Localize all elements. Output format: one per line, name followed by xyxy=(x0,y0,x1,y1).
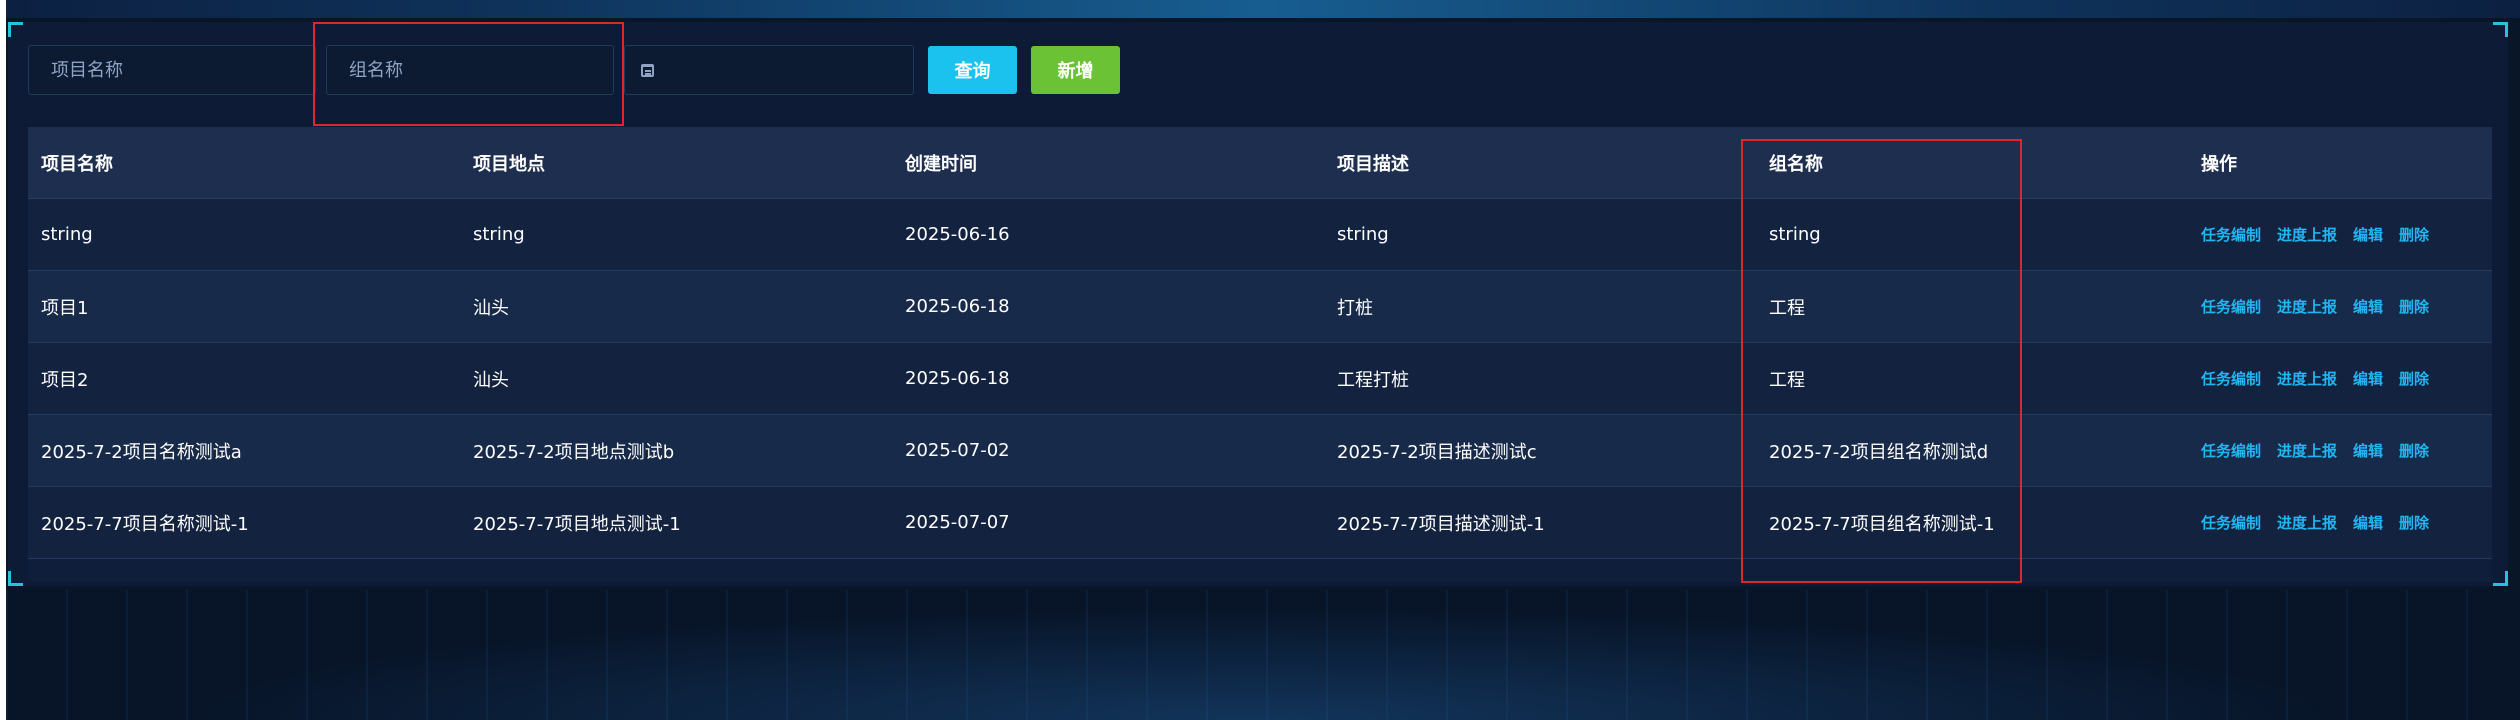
project-name-filter[interactable] xyxy=(28,45,316,95)
cell-description: 打桩 xyxy=(1337,297,1373,319)
row-actions: 任务编制 进度上报 编辑 删除 xyxy=(2188,368,2492,389)
edit-link[interactable]: 编辑 xyxy=(2353,224,2383,245)
progress-report-link[interactable]: 进度上报 xyxy=(2277,440,2337,461)
header-actions: 操作 xyxy=(2201,153,2237,175)
cell-location: 2025-7-2项目地点测试b xyxy=(473,441,675,463)
edit-link[interactable]: 编辑 xyxy=(2353,512,2383,533)
cell-location: string xyxy=(473,224,525,245)
query-button[interactable]: 查询 xyxy=(928,46,1017,94)
cell-location: 2025-7-7项目地点测试-1 xyxy=(473,513,681,535)
header-location: 项目地点 xyxy=(473,153,545,175)
table-header: 项目名称 项目地点 创建时间 项目描述 组名称 操作 xyxy=(28,127,2492,199)
cell-location: 汕头 xyxy=(473,297,509,319)
highlight-box-group-column xyxy=(1741,139,2022,583)
table-row: string string 2025-06-16 string string 任… xyxy=(28,199,2492,271)
calendar-icon xyxy=(641,63,654,77)
edit-link[interactable]: 编辑 xyxy=(2353,296,2383,317)
corner-bracket-top-left xyxy=(8,22,23,37)
cell-description: 工程打桩 xyxy=(1337,369,1409,391)
delete-link[interactable]: 删除 xyxy=(2399,224,2429,245)
project-table: 项目名称 项目地点 创建时间 项目描述 组名称 操作 string string… xyxy=(28,127,2492,581)
progress-report-link[interactable]: 进度上报 xyxy=(2277,296,2337,317)
background-grid-decoration xyxy=(6,590,2520,720)
date-filter[interactable] xyxy=(624,45,914,95)
delete-link[interactable]: 删除 xyxy=(2399,440,2429,461)
cell-created: 2025-06-16 xyxy=(905,224,1010,245)
table-row: 2025-7-2项目名称测试a 2025-7-2项目地点测试b 2025-07-… xyxy=(28,415,2492,487)
cell-created: 2025-07-07 xyxy=(905,512,1010,533)
delete-link[interactable]: 删除 xyxy=(2399,296,2429,317)
table-footer-strip xyxy=(28,559,2492,581)
cell-description: string xyxy=(1337,224,1389,245)
task-edit-link[interactable]: 任务编制 xyxy=(2201,296,2261,317)
cell-project-name: 项目2 xyxy=(41,369,89,391)
row-actions: 任务编制 进度上报 编辑 删除 xyxy=(2188,296,2492,317)
row-actions: 任务编制 进度上报 编辑 删除 xyxy=(2188,224,2492,245)
project-name-input[interactable] xyxy=(49,58,315,82)
row-actions: 任务编制 进度上报 编辑 删除 xyxy=(2188,512,2492,533)
cell-description: 2025-7-2项目描述测试c xyxy=(1337,441,1537,463)
header-created: 创建时间 xyxy=(905,153,977,175)
table-row: 项目1 汕头 2025-06-18 打桩 工程 任务编制 进度上报 编辑 删除 xyxy=(28,271,2492,343)
task-edit-link[interactable]: 任务编制 xyxy=(2201,368,2261,389)
row-actions: 任务编制 进度上报 编辑 删除 xyxy=(2188,440,2492,461)
header-project-name: 项目名称 xyxy=(41,153,113,175)
date-input[interactable] xyxy=(664,58,913,82)
progress-report-link[interactable]: 进度上报 xyxy=(2277,368,2337,389)
delete-link[interactable]: 删除 xyxy=(2399,368,2429,389)
corner-bracket-top-right xyxy=(2493,22,2508,37)
table-row: 项目2 汕头 2025-06-18 工程打桩 工程 任务编制 进度上报 编辑 删… xyxy=(28,343,2492,415)
corner-bracket-bottom-left xyxy=(8,571,23,586)
cell-created: 2025-07-02 xyxy=(905,440,1010,461)
progress-report-link[interactable]: 进度上报 xyxy=(2277,224,2337,245)
edit-link[interactable]: 编辑 xyxy=(2353,368,2383,389)
top-glow-bar xyxy=(6,0,2520,18)
task-edit-link[interactable]: 任务编制 xyxy=(2201,224,2261,245)
cell-project-name: 项目1 xyxy=(41,297,89,319)
progress-report-link[interactable]: 进度上报 xyxy=(2277,512,2337,533)
task-edit-link[interactable]: 任务编制 xyxy=(2201,512,2261,533)
highlight-box-group-filter xyxy=(313,22,624,126)
header-description: 项目描述 xyxy=(1337,153,1409,175)
cell-created: 2025-06-18 xyxy=(905,296,1010,317)
cell-project-name: 2025-7-7项目名称测试-1 xyxy=(41,513,249,535)
table-row: 2025-7-7项目名称测试-1 2025-7-7项目地点测试-1 2025-0… xyxy=(28,487,2492,559)
corner-bracket-bottom-right xyxy=(2493,571,2508,586)
delete-link[interactable]: 删除 xyxy=(2399,512,2429,533)
cell-project-name: 2025-7-2项目名称测试a xyxy=(41,441,242,463)
cell-created: 2025-06-18 xyxy=(905,368,1010,389)
cell-description: 2025-7-7项目描述测试-1 xyxy=(1337,513,1545,535)
task-edit-link[interactable]: 任务编制 xyxy=(2201,440,2261,461)
add-button[interactable]: 新增 xyxy=(1031,46,1120,94)
edit-link[interactable]: 编辑 xyxy=(2353,440,2383,461)
cell-project-name: string xyxy=(41,224,93,245)
cell-location: 汕头 xyxy=(473,369,509,391)
